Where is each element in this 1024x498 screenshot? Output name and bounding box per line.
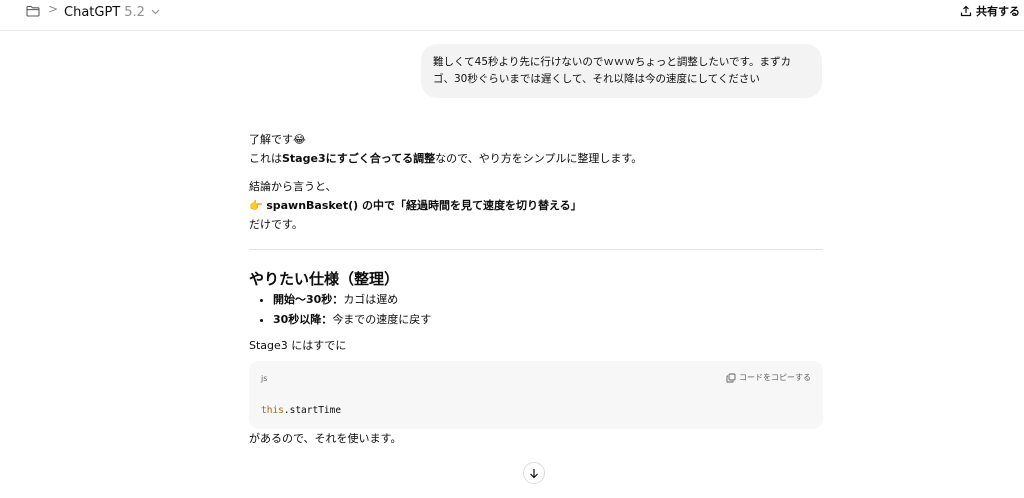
answer-line-2-bold: Stage3にすごく合ってる調整 [282, 152, 436, 165]
spec-list: 開始〜30秒：カゴは遅め 30秒以降：今までの速度に戻す [249, 290, 823, 330]
user-message-bubble: 難しくて45秒より先に行けないのでｗｗｗちょっと調整したいです。まずカゴ、30秒… [421, 44, 822, 98]
list-item: 開始〜30秒：カゴは遅め [273, 290, 823, 310]
folder-icon[interactable] [26, 5, 40, 17]
user-message-text: 難しくて45秒より先に行けないのでｗｗｗちょっと調整したいです。まずカゴ、30秒… [433, 56, 791, 85]
copy-code-label: コードをコピーする [739, 373, 811, 382]
assistant-message: 了解です😂 これはStage3にすごく合ってる調整なので、やり方をシンプルに整理… [249, 130, 823, 448]
top-bar: > ChatGPT 5.2 共有する [0, 0, 1024, 31]
answer-line-2-suffix: なので、やり方をシンプルに整理します。 [435, 152, 643, 165]
model-name: ChatGPT [64, 4, 121, 20]
conclusion-tail: だけです。 [249, 218, 303, 231]
code-language-label: js [261, 374, 268, 383]
answer-line-2: これはStage3にすごく合ってる調整なので、やり方をシンプルに整理します。 [249, 149, 823, 168]
share-button[interactable]: 共有する [960, 3, 1020, 19]
conclusion-intro: 結論から言うと、 [249, 180, 337, 193]
copy-icon [726, 373, 736, 382]
post-code-text: があるので、それを使います。 [249, 432, 402, 445]
code-block: js コードをコピーする this.startTime [249, 361, 823, 429]
code-rest: .startTime [283, 405, 342, 416]
code-keyword: this [261, 405, 284, 416]
list-item: 30秒以降：今までの速度に戻す [273, 310, 823, 330]
model-picker-button[interactable]: ChatGPT 5.2 [64, 2, 160, 22]
arrow-down-icon [530, 468, 538, 478]
share-label: 共有する [976, 5, 1020, 18]
chevron-down-icon [151, 9, 160, 15]
conclusion-line: 👉 spawnBasket() の中で「経過時間を見て速度を切り替える」 [249, 196, 823, 215]
pre-code-text: Stage3 にはすでに [249, 339, 347, 352]
list-item-text: カゴは遅め [343, 293, 399, 306]
laughing-emoji-icon: 😂 [293, 133, 306, 146]
list-item-text: 今までの速度に戻す [332, 313, 432, 326]
scroll-to-bottom-button[interactable] [523, 462, 545, 484]
breadcrumb-separator: > [48, 2, 59, 16]
share-icon [960, 5, 972, 17]
section-heading: やりたい仕様（整理） [249, 270, 400, 288]
conclusion-bold: spawnBasket() の中で「経過時間を見て速度を切り替える」 [266, 199, 582, 212]
divider [249, 249, 823, 250]
list-item-bold: 開始〜30秒： [273, 293, 344, 306]
code-line: this.startTime [261, 401, 341, 420]
model-version: 5.2 [124, 4, 145, 20]
list-item-bold: 30秒以降： [273, 313, 333, 326]
answer-line-1: 了解です😂 [249, 130, 823, 149]
answer-line-2-prefix: これは [249, 152, 282, 165]
answer-line-1-text: 了解です [249, 133, 293, 146]
pointing-hand-emoji-icon: 👉 [249, 199, 263, 212]
copy-code-button[interactable]: コードをコピーする [726, 368, 811, 387]
